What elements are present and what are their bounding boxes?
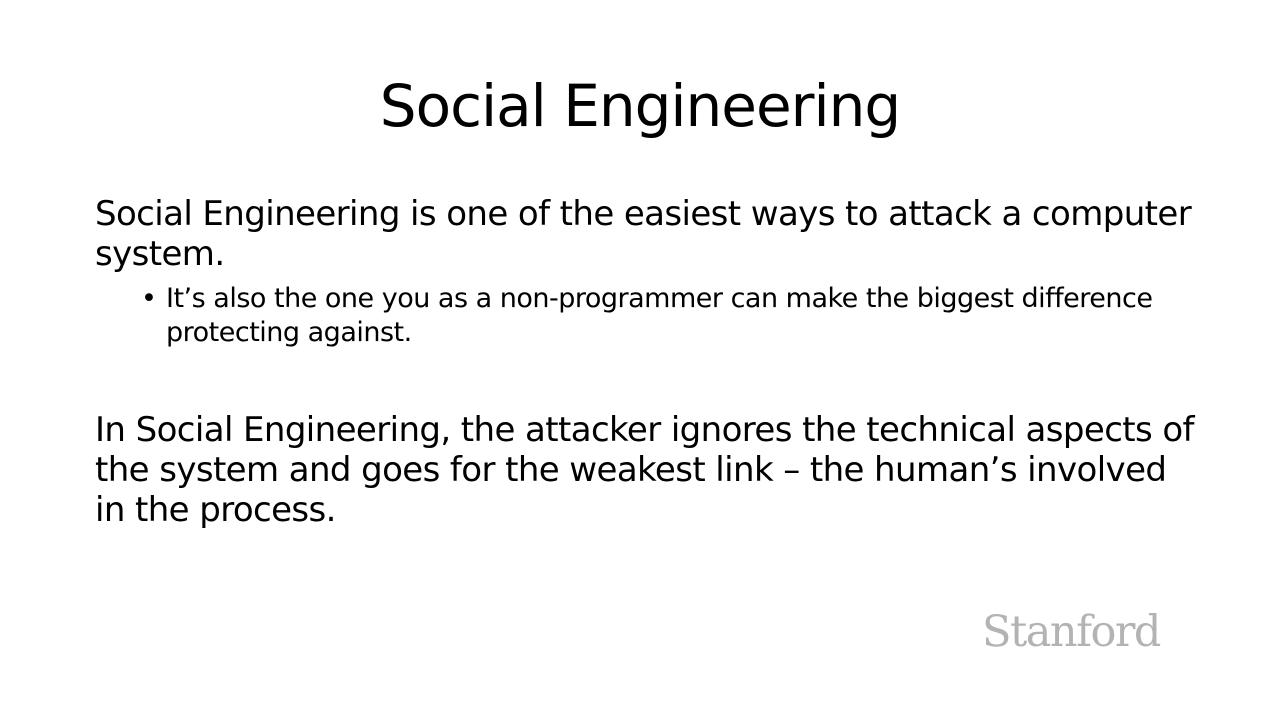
slide-body: Social Engineering is one of the easiest… bbox=[95, 194, 1205, 530]
body-paragraph-2: In Social Engineering, the attacker igno… bbox=[95, 410, 1195, 530]
slide-title: Social Engineering bbox=[379, 72, 901, 140]
stanford-logo: Stanford bbox=[982, 607, 1161, 657]
bullet-list: • It’s also the one you as a non-program… bbox=[95, 282, 1205, 350]
slide: Social Engineering Social Engineering is… bbox=[0, 0, 1280, 720]
bullet-marker: • bbox=[141, 283, 157, 314]
bullet-item: • It’s also the one you as a non-program… bbox=[141, 282, 1205, 350]
body-paragraph-1: Social Engineering is one of the easiest… bbox=[95, 194, 1192, 274]
bullet-text: It’s also the one you as a non-programme… bbox=[166, 283, 1153, 348]
